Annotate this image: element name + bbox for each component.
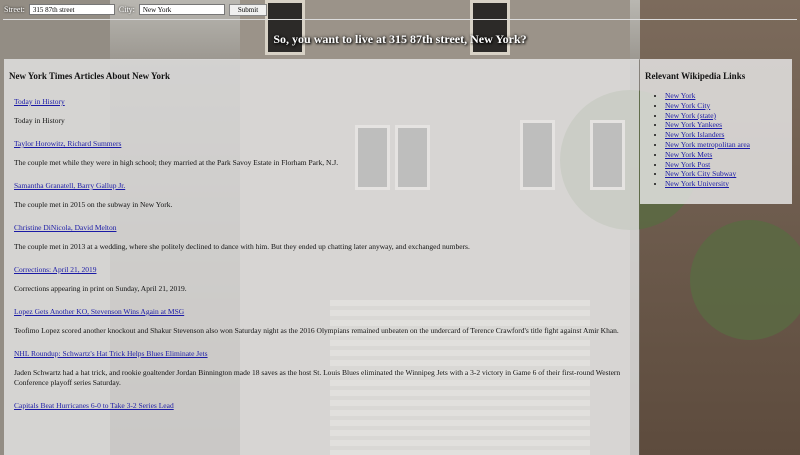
article-link[interactable]: Corrections: April 21, 2019 bbox=[14, 265, 633, 274]
article-summary: Today in History bbox=[14, 116, 65, 125]
article-item: Lopez Gets Another KO, Stevenson Wins Ag… bbox=[9, 307, 633, 336]
address-form: Street: City: Submit bbox=[0, 0, 800, 19]
article-link[interactable]: Lopez Gets Another KO, Stevenson Wins Ag… bbox=[14, 307, 633, 316]
nyt-articles-panel: New York Times Articles About New York T… bbox=[4, 59, 639, 455]
articles-heading: New York Times Articles About New York bbox=[9, 71, 170, 81]
article-link[interactable]: NHL Roundup: Schwartz's Hat Trick Helps … bbox=[14, 349, 633, 358]
divider bbox=[3, 19, 797, 20]
street-input[interactable] bbox=[28, 4, 115, 15]
page-headline: So, you want to live at 315 87th street,… bbox=[273, 32, 527, 46]
wiki-list-item: New York Mets bbox=[665, 150, 788, 160]
wiki-link[interactable]: New York Islanders bbox=[665, 130, 724, 139]
city-input[interactable] bbox=[138, 4, 225, 15]
wiki-link[interactable]: New York City bbox=[665, 101, 710, 110]
article-item: Corrections: April 21, 2019 Corrections … bbox=[9, 265, 633, 294]
wiki-list-item: New York City Subway bbox=[665, 169, 788, 179]
article-item: NHL Roundup: Schwartz's Hat Trick Helps … bbox=[9, 349, 633, 388]
wiki-link-list: New York New York City New York (state) … bbox=[645, 91, 788, 189]
wiki-link[interactable]: New York metropolitan area bbox=[665, 140, 750, 149]
article-link[interactable]: Christine DiNicola, David Melton bbox=[14, 223, 633, 232]
street-label: Street: bbox=[4, 5, 25, 14]
wiki-list-item: New York Islanders bbox=[665, 130, 788, 140]
article-summary: Jaden Schwartz had a hat trick, and rook… bbox=[14, 368, 621, 387]
wiki-list-item: New York Yankees bbox=[665, 120, 788, 130]
wiki-link[interactable]: New York (state) bbox=[665, 111, 716, 120]
wiki-list-item: New York (state) bbox=[665, 111, 788, 121]
wiki-link[interactable]: New York City Subway bbox=[665, 169, 736, 178]
wikipedia-links-panel: Relevant Wikipedia Links New York New Yo… bbox=[640, 59, 792, 204]
submit-button[interactable]: Submit bbox=[228, 3, 268, 16]
article-item: Capitals Beat Hurricanes 6-0 to Take 3-2… bbox=[9, 401, 633, 410]
wiki-list-item: New York University bbox=[665, 179, 788, 189]
article-link[interactable]: Samantha Granatell, Barry Gallup Jr. bbox=[14, 181, 633, 190]
article-summary: The couple met in 2013 at a wedding, whe… bbox=[14, 242, 470, 251]
article-item: Taylor Horowitz, Richard Summers The cou… bbox=[9, 139, 633, 168]
article-summary: The couple met in 2015 on the subway in … bbox=[14, 200, 173, 209]
wiki-link[interactable]: New York University bbox=[665, 179, 729, 188]
wiki-link[interactable]: New York bbox=[665, 91, 695, 100]
article-item: Today in History Today in History bbox=[9, 97, 633, 126]
wiki-list-item: New York metropolitan area bbox=[665, 140, 788, 150]
wiki-link[interactable]: New York Post bbox=[665, 160, 710, 169]
article-link[interactable]: Capitals Beat Hurricanes 6-0 to Take 3-2… bbox=[14, 401, 633, 410]
article-link[interactable]: Taylor Horowitz, Richard Summers bbox=[14, 139, 633, 148]
wiki-link[interactable]: New York Yankees bbox=[665, 120, 722, 129]
article-summary: Teofimo Lopez scored another knockout an… bbox=[14, 326, 619, 335]
city-label: City: bbox=[118, 5, 135, 14]
wiki-link[interactable]: New York Mets bbox=[665, 150, 712, 159]
wiki-list-item: New York bbox=[665, 91, 788, 101]
article-summary: Corrections appearing in print on Sunday… bbox=[14, 284, 187, 293]
article-link[interactable]: Today in History bbox=[14, 97, 633, 106]
article-summary: The couple met while they were in high s… bbox=[14, 158, 339, 167]
article-item: Christine DiNicola, David Melton The cou… bbox=[9, 223, 633, 252]
wiki-list-item: New York Post bbox=[665, 160, 788, 170]
wiki-list-item: New York City bbox=[665, 101, 788, 111]
article-item: Samantha Granatell, Barry Gallup Jr. The… bbox=[9, 181, 633, 210]
wiki-heading: Relevant Wikipedia Links bbox=[645, 71, 746, 81]
